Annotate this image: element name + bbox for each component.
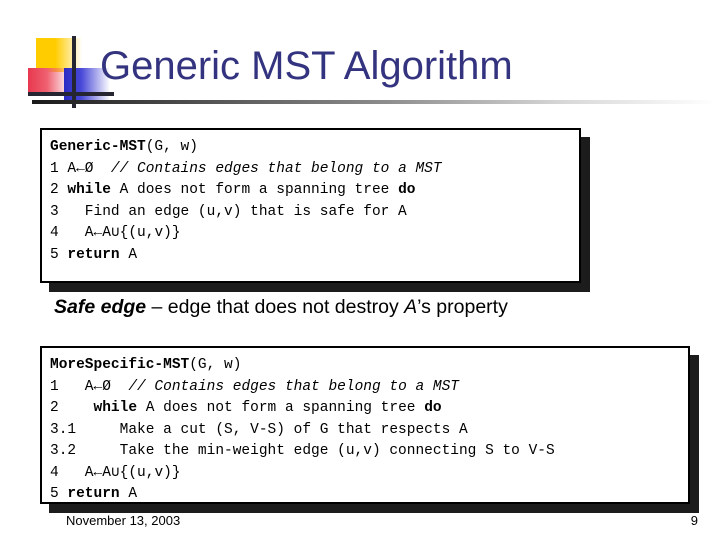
code-keyword: do (424, 400, 442, 416)
safe-edge-definition: Safe edge – edge that does not destroy A… (54, 294, 694, 320)
code-line: 5 return A (50, 484, 680, 506)
code-keyword: return (67, 246, 120, 263)
code-line: 5 return A (50, 245, 571, 267)
code-line: 3 Find an edge (u,v) that is safe for A (50, 202, 571, 224)
page-title: Generic MST Algorithm (100, 44, 513, 88)
code-line-number: 1 (50, 378, 59, 395)
code-block-more-specific-mst: MoreSpecific-MST(G, w) 1 A←Ø // Contains… (40, 346, 690, 504)
code-line-space (85, 400, 94, 416)
code-comment: // Contains edges that belong to a MST (128, 378, 459, 395)
code-line-text: A←A∪{(u,v)} (58, 464, 181, 481)
code-line-text: A (119, 246, 138, 263)
code-line: 3.1 Make a cut (S, V-S) of G that respec… (50, 420, 680, 442)
safe-edge-tail: ’s property (417, 296, 508, 318)
code-keyword: return (67, 486, 120, 502)
code-line-number: 3.1 (50, 421, 77, 438)
code-line-number: 2 (50, 182, 59, 198)
footer-date: November 13, 2003 (66, 513, 181, 528)
code-line-text: A←Ø (58, 160, 111, 177)
code-line-number: 5 (50, 486, 59, 502)
code-line-number: 3 (50, 203, 59, 220)
code-comment: // Contains edges that belong to a MST (110, 160, 442, 177)
safe-edge-dash: – edge that does not destroy (146, 296, 405, 318)
code-line-number: 4 (50, 225, 59, 241)
code-procedure-name: MoreSpecific-MST (50, 357, 190, 373)
code-keyword: while (67, 182, 111, 198)
code-line: 3.2 Take the min-weight edge (u,v) conne… (50, 441, 680, 463)
code-procedure-args: (G, w) (145, 139, 198, 155)
code-keyword: do (398, 182, 416, 198)
code-line-text: A←Ø (58, 378, 129, 395)
code-line-text: A (119, 486, 138, 502)
safe-edge-term: Safe edge (54, 296, 147, 318)
title-divider (32, 100, 716, 104)
code-line: 1 A←Ø // Contains edges that belong to a… (50, 159, 571, 181)
code-line-text: A←A∪{(u,v)} (58, 225, 181, 241)
code-line-number: 4 (50, 464, 59, 481)
code-line-indent (59, 400, 85, 416)
safe-edge-variable: A (404, 296, 418, 318)
code-header-line: Generic-MST(G, w) (50, 137, 571, 159)
code-header-line: MoreSpecific-MST(G, w) (50, 355, 680, 377)
code-line: 4 A←A∪{(u,v)} (50, 463, 680, 485)
code-line-text: Make a cut (S, V-S) of G that respects A (76, 421, 468, 438)
footer-page-number: 9 (690, 513, 698, 528)
code-line-text: A does not form a spanning tree (110, 182, 399, 198)
logo-vertical-bar (72, 36, 76, 108)
code-line-number: 2 (50, 400, 59, 416)
code-line-text: A does not form a spanning tree (137, 400, 425, 416)
code-line-text: Take the min-weight edge (u,v) connectin… (76, 443, 555, 459)
code-line: 4 A←A∪{(u,v)} (50, 223, 571, 245)
code-procedure-args: (G, w) (189, 357, 242, 373)
logo-horizontal-bar (28, 92, 114, 96)
code-line: 2 while A does not form a spanning tree … (50, 398, 680, 420)
code-procedure-name: Generic-MST (50, 139, 146, 155)
code-keyword: while (93, 400, 138, 416)
code-line-number: 5 (50, 246, 59, 263)
code-line: 1 A←Ø // Contains edges that belong to a… (50, 377, 680, 399)
code-line: 2 while A does not form a spanning tree … (50, 180, 571, 202)
code-line-number: 3.2 (50, 443, 77, 459)
code-block-generic-mst: Generic-MST(G, w) 1 A←Ø // Contains edge… (40, 128, 581, 283)
code-line-number: 1 (50, 160, 59, 177)
code-line-text: Find an edge (u,v) that is safe for A (58, 203, 407, 220)
